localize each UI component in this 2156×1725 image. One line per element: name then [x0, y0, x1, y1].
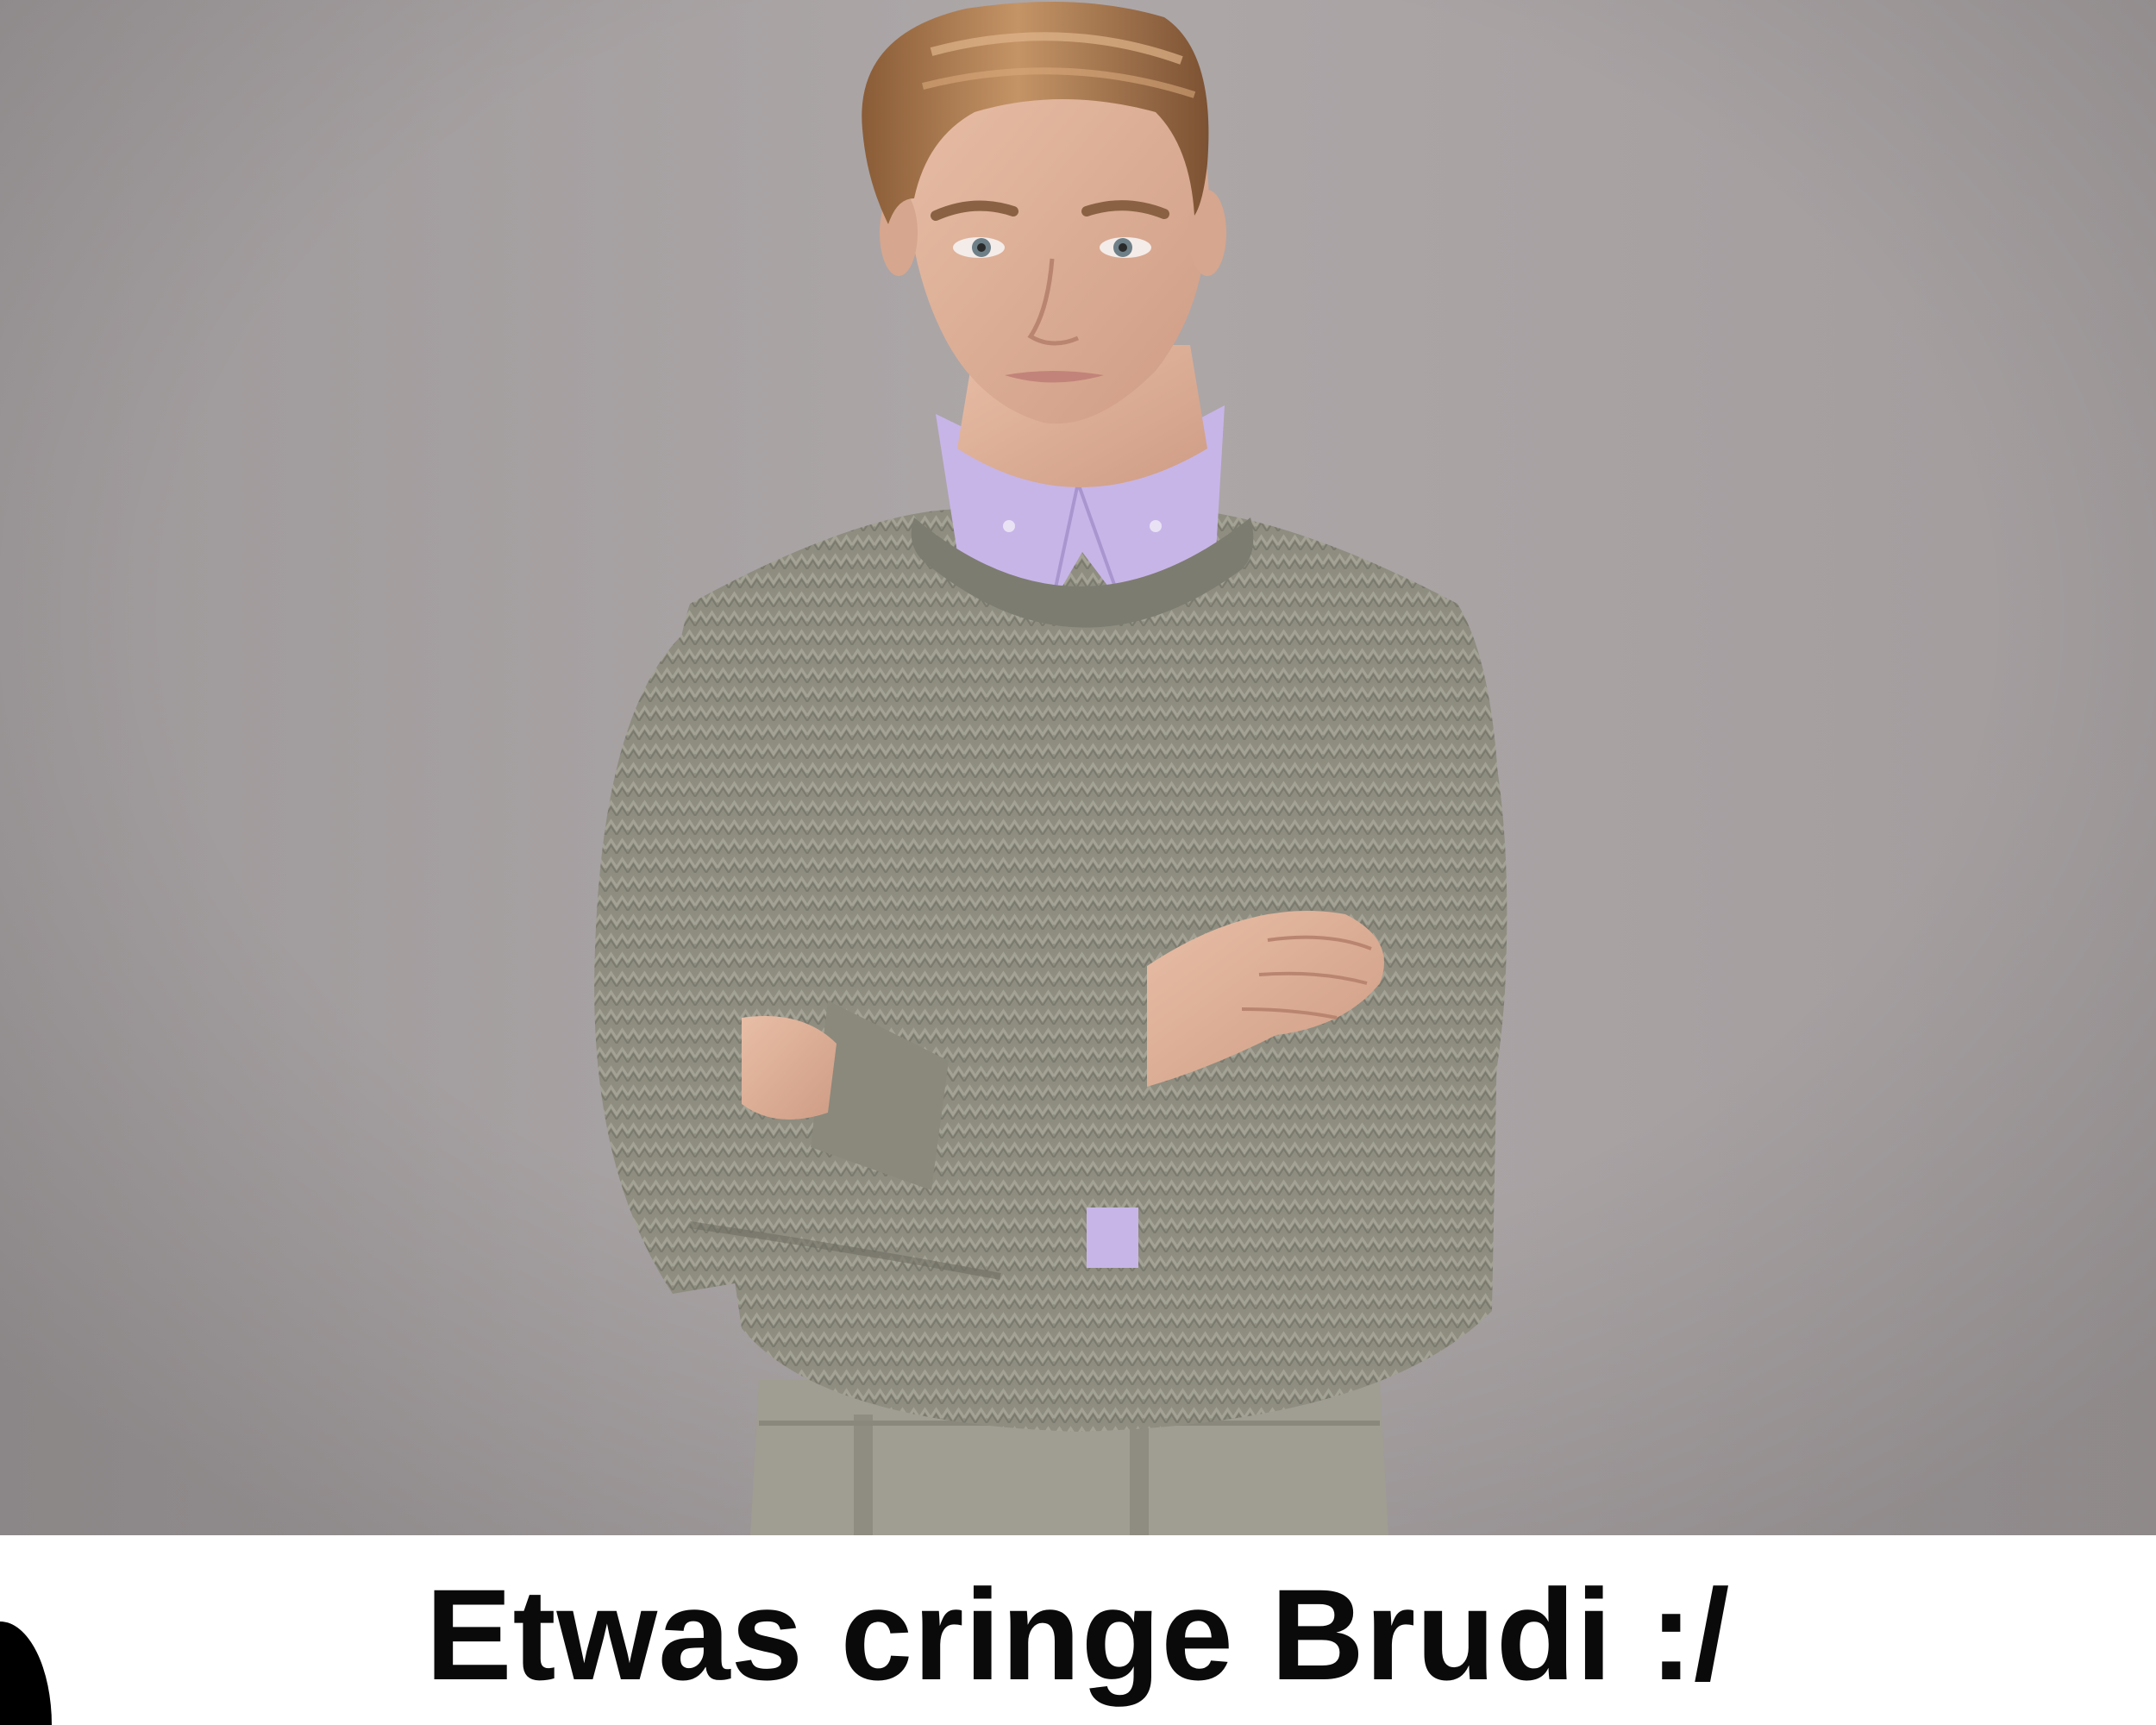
model-photo: [0, 0, 2156, 1535]
belt-loop: [1130, 1414, 1149, 1535]
meme-image: Etwas cringe Brudi :/: [0, 0, 2156, 1725]
belt-loop: [854, 1414, 873, 1535]
model-illustration: [0, 0, 2156, 1535]
caption-bar: Etwas cringe Brudi :/: [0, 1535, 2156, 1725]
meme-caption: Etwas cringe Brudi :/: [425, 1562, 1731, 1707]
